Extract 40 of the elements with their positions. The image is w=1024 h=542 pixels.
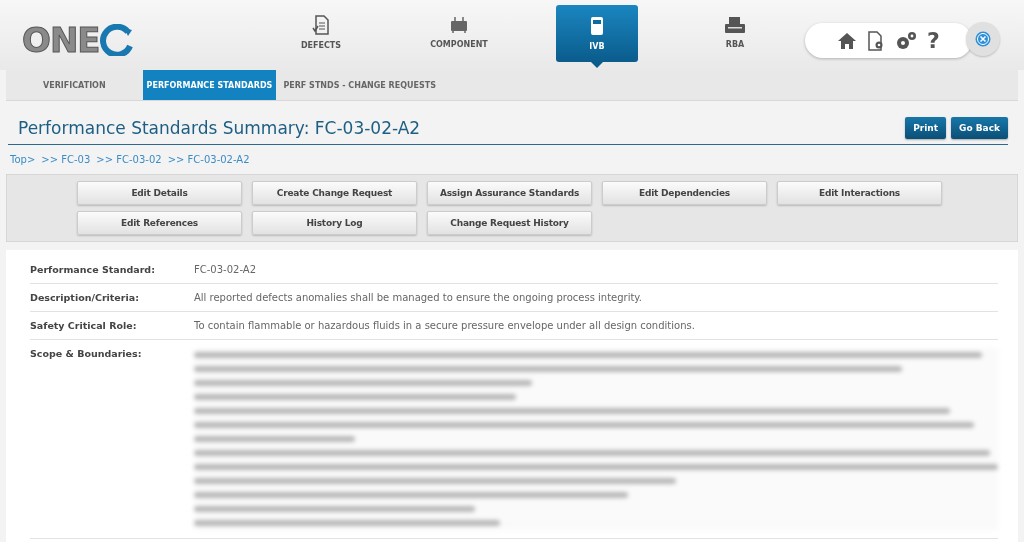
chip-icon (449, 16, 469, 34)
field-label: Scope & Boundaries: (30, 348, 143, 361)
action-button[interactable]: Assign Assurance Standards (427, 181, 592, 205)
action-button[interactable]: Edit Dependencies (602, 181, 767, 205)
header-button[interactable]: Print (905, 117, 947, 139)
field-value: All reported defects anomalies shall be managed to ensure the ongoing process integrity. (194, 292, 643, 303)
swirl-logo-icon (99, 24, 134, 56)
field-value: To contain flammable or hazardous fluids in a secure pressure envelope under all design conditions. (194, 320, 695, 331)
page-title: Performance Standards Summary: FC-03-02-A2 (18, 118, 422, 138)
action-button[interactable]: Edit Interactions (777, 181, 942, 205)
document-check-icon (312, 15, 330, 35)
printer-icon (724, 16, 746, 34)
nav-tab[interactable]: COMPONENT (418, 5, 500, 60)
breadcrumb-link[interactable]: >> FC-03 (41, 154, 91, 165)
action-button[interactable]: Change Request History (427, 211, 592, 235)
field-label: Performance Standard: (30, 264, 156, 275)
action-button[interactable]: Create Change Request (252, 181, 417, 205)
breadcrumb-link[interactable]: >> FC-03-02 (96, 154, 162, 165)
field-label: Description/Criteria: (30, 292, 140, 303)
breadcrumb-link[interactable]: Top> (10, 154, 36, 165)
home-icon[interactable] (837, 31, 858, 50)
action-button[interactable]: History Log (252, 211, 417, 235)
close-icon (975, 31, 991, 47)
field-value: FC-03-02-A2 (194, 264, 256, 275)
action-button[interactable]: Edit Details (77, 181, 242, 205)
sub-tab[interactable]: PERFORMANCE STANDARDS (142, 70, 277, 100)
logo-text: ONE (22, 22, 100, 58)
nav-tab[interactable]: RBA (694, 5, 776, 60)
action-button[interactable]: Edit References (77, 211, 242, 235)
notebook-icon (590, 16, 604, 36)
help-icon[interactable]: ? (927, 28, 940, 53)
sub-tab[interactable]: PERF STNDS - CHANGE REQUESTS (276, 70, 443, 100)
settings-icon[interactable] (895, 30, 918, 51)
header-button[interactable]: Go Back (951, 117, 1008, 139)
breadcrumb-link[interactable]: >> FC-03-02-A2 (167, 154, 250, 165)
sub-tab[interactable]: VERIFICATION (36, 70, 113, 100)
nav-tab[interactable]: IVB (556, 5, 638, 62)
nav-tab[interactable]: DEFECTS (280, 5, 362, 60)
field-label: Safety Critical Role: (30, 320, 138, 331)
close-button[interactable] (966, 22, 1000, 56)
